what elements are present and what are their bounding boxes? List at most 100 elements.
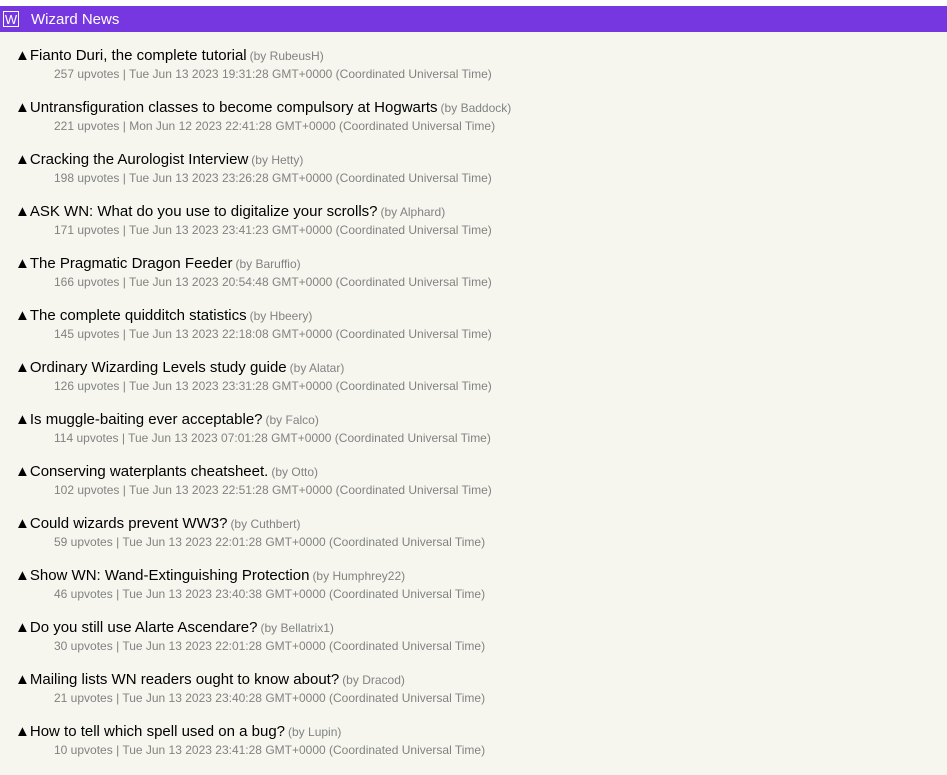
upvote-arrow-icon[interactable]: ▲ — [15, 411, 30, 428]
meta-separator: | — [116, 535, 120, 549]
post-date: Tue Jun 13 2023 19:31:28 GMT+0000 (Coord… — [128, 67, 492, 81]
post-date: Tue Jun 13 2023 23:40:38 GMT+0000 (Coord… — [122, 587, 486, 601]
news-item-author: (by Hbeery) — [249, 309, 313, 323]
upvote-count: 257 upvotes — [54, 67, 120, 81]
upvote-count: 59 upvotes — [54, 535, 113, 549]
news-item-title[interactable]: Mailing lists WN readers ought to know a… — [30, 671, 339, 688]
post-date: Tue Jun 13 2023 23:41:28 GMT+0000 (Coord… — [122, 743, 486, 757]
news-item-author: (by Alphard) — [380, 205, 446, 219]
author-name: Humphrey22 — [332, 569, 402, 583]
news-item-author: (by Humphrey22) — [312, 569, 406, 583]
news-item-title[interactable]: Show WN: Wand-Extinguishing Protection — [30, 567, 310, 584]
upvote-arrow-icon[interactable]: ▲ — [15, 203, 30, 220]
site-header: W Wizard News — [0, 6, 947, 32]
meta-separator: | — [116, 587, 120, 601]
author-name: Cuthbert — [250, 517, 297, 531]
upvote-arrow-icon[interactable]: ▲ — [15, 567, 30, 584]
news-item-meta: 59 upvotes | Tue Jun 13 2023 22:01:28 GM… — [15, 535, 947, 550]
site-logo[interactable]: W — [3, 11, 19, 27]
meta-separator: | — [116, 691, 120, 705]
news-item: ▲Do you still use Alarte Ascendare? (by B… — [15, 618, 947, 670]
news-item-author: (by Baruffio) — [235, 257, 301, 271]
post-date: Tue Jun 13 2023 23:41:23 GMT+0000 (Coord… — [128, 223, 492, 237]
news-item-title[interactable]: ASK WN: What do you use to digitalize yo… — [30, 203, 378, 220]
news-item-title[interactable]: Could wizards prevent WW3? — [30, 515, 228, 532]
post-date: Mon Jun 12 2023 22:41:28 GMT+0000 (Coord… — [129, 119, 496, 133]
upvote-count: 198 upvotes — [54, 171, 120, 185]
news-item-meta: 166 upvotes | Tue Jun 13 2023 20:54:48 G… — [15, 275, 947, 290]
upvote-count: 30 upvotes — [54, 639, 113, 653]
upvote-arrow-icon[interactable]: ▲ — [15, 463, 30, 480]
news-item-title-line: ▲Ordinary Wizarding Levels study guide (b… — [15, 358, 947, 378]
news-item-author: (by Bellatrix1) — [260, 621, 334, 635]
upvote-arrow-icon[interactable]: ▲ — [15, 255, 30, 272]
news-item-meta: 145 upvotes | Tue Jun 13 2023 22:18:08 G… — [15, 327, 947, 342]
meta-separator: | — [122, 483, 126, 497]
upvote-count: 145 upvotes — [54, 327, 120, 341]
upvote-arrow-icon[interactable]: ▲ — [15, 671, 30, 688]
author-name: Hetty — [271, 153, 300, 167]
news-item-title[interactable]: Cracking the Aurologist Interview — [30, 151, 248, 168]
post-date: Tue Jun 13 2023 20:54:48 GMT+0000 (Coord… — [128, 275, 492, 289]
news-item-meta: 198 upvotes | Tue Jun 13 2023 23:26:28 G… — [15, 171, 947, 186]
news-item-title[interactable]: Is muggle-baiting ever acceptable? — [30, 411, 263, 428]
news-item-title-line: ▲Show WN: Wand-Extinguishing Protection(… — [15, 566, 947, 586]
upvote-count: 166 upvotes — [54, 275, 120, 289]
news-item-meta: 221 upvotes | Mon Jun 12 2023 22:41:28 G… — [15, 119, 947, 134]
author-name: Otto — [291, 465, 315, 479]
upvote-arrow-icon[interactable]: ▲ — [15, 359, 30, 376]
news-item-meta: 10 upvotes | Tue Jun 13 2023 23:41:28 GM… — [15, 743, 947, 758]
news-item-title[interactable]: Untransfiguration classes to become comp… — [30, 99, 438, 116]
news-item-author: (by Falco) — [265, 413, 319, 427]
upvote-count: 114 upvotes — [54, 431, 119, 445]
news-item-meta: 114 upvotes | Tue Jun 13 2023 07:01:28 G… — [15, 431, 947, 446]
meta-separator: | — [122, 327, 126, 341]
upvote-arrow-icon[interactable]: ▲ — [15, 47, 30, 64]
news-item-author: (by Baddock) — [440, 101, 512, 115]
upvote-count: 21 upvotes — [54, 691, 113, 705]
upvote-arrow-icon[interactable]: ▲ — [15, 723, 30, 740]
author-name: Baddock — [460, 101, 508, 115]
meta-separator: | — [122, 223, 126, 237]
news-item-meta: 171 upvotes | Tue Jun 13 2023 23:41:23 G… — [15, 223, 947, 238]
news-item-title[interactable]: The complete quidditch statistics — [30, 307, 247, 324]
news-item-author: (by Cuthbert) — [230, 517, 301, 531]
news-item-title[interactable]: Ordinary Wizarding Levels study guide — [30, 359, 287, 376]
meta-separator: | — [122, 275, 126, 289]
post-date: Tue Jun 13 2023 22:51:28 GMT+0000 (Coord… — [128, 483, 492, 497]
news-item-title[interactable]: Do you still use Alarte Ascendare? — [30, 619, 258, 636]
author-name: Dracod — [362, 673, 401, 687]
news-item-title-line: ▲Cracking the Aurologist Interview (by He… — [15, 150, 947, 170]
upvote-count: 126 upvotes — [54, 379, 120, 393]
upvote-count: 102 upvotes — [54, 483, 120, 497]
news-page: W Wizard News ▲Fianto Duri, the complete… — [0, 6, 947, 775]
news-item: ▲How to tell which spell used on a bug?(… — [15, 722, 947, 774]
site-title[interactable]: Wizard News — [31, 11, 119, 28]
news-item-title[interactable]: Fianto Duri, the complete tutorial — [30, 47, 247, 64]
upvote-count: 10 upvotes — [54, 743, 113, 757]
news-item-meta: 102 upvotes | Tue Jun 13 2023 22:51:28 G… — [15, 483, 947, 498]
news-item-title[interactable]: The Pragmatic Dragon Feeder — [30, 255, 233, 272]
upvote-arrow-icon[interactable]: ▲ — [15, 515, 30, 532]
news-item-author: (by Dracod) — [342, 673, 405, 687]
upvote-arrow-icon[interactable]: ▲ — [15, 99, 30, 116]
news-item-meta: 257 upvotes | Tue Jun 13 2023 19:31:28 G… — [15, 67, 947, 82]
news-item-title[interactable]: Conserving waterplants cheatsheet. — [30, 463, 268, 480]
upvote-arrow-icon[interactable]: ▲ — [15, 151, 30, 168]
upvote-arrow-icon[interactable]: ▲ — [15, 307, 30, 324]
upvote-count: 46 upvotes — [54, 587, 113, 601]
news-item: ▲Show WN: Wand-Extinguishing Protection(… — [15, 566, 947, 618]
upvote-arrow-icon[interactable]: ▲ — [15, 619, 30, 636]
news-item-title-line: ▲The Pragmatic Dragon Feeder (by Baruffio… — [15, 254, 947, 274]
news-item: ▲Untransfiguration classes to become com… — [15, 98, 947, 150]
news-item: ▲Conserving waterplants cheatsheet. (by O… — [15, 462, 947, 514]
post-date: Tue Jun 13 2023 23:40:28 GMT+0000 (Coord… — [122, 691, 486, 705]
author-name: Hbeery — [269, 309, 309, 323]
news-item-title[interactable]: How to tell which spell used on a bug? — [30, 723, 285, 740]
post-date: Tue Jun 13 2023 23:31:28 GMT+0000 (Coord… — [128, 379, 492, 393]
upvote-count: 171 upvotes — [54, 223, 120, 237]
meta-separator: | — [116, 743, 120, 757]
meta-separator: | — [121, 431, 125, 445]
news-item-title-line: ▲Could wizards prevent WW3? (by Cuthbert) — [15, 514, 947, 534]
meta-separator: | — [122, 67, 126, 81]
